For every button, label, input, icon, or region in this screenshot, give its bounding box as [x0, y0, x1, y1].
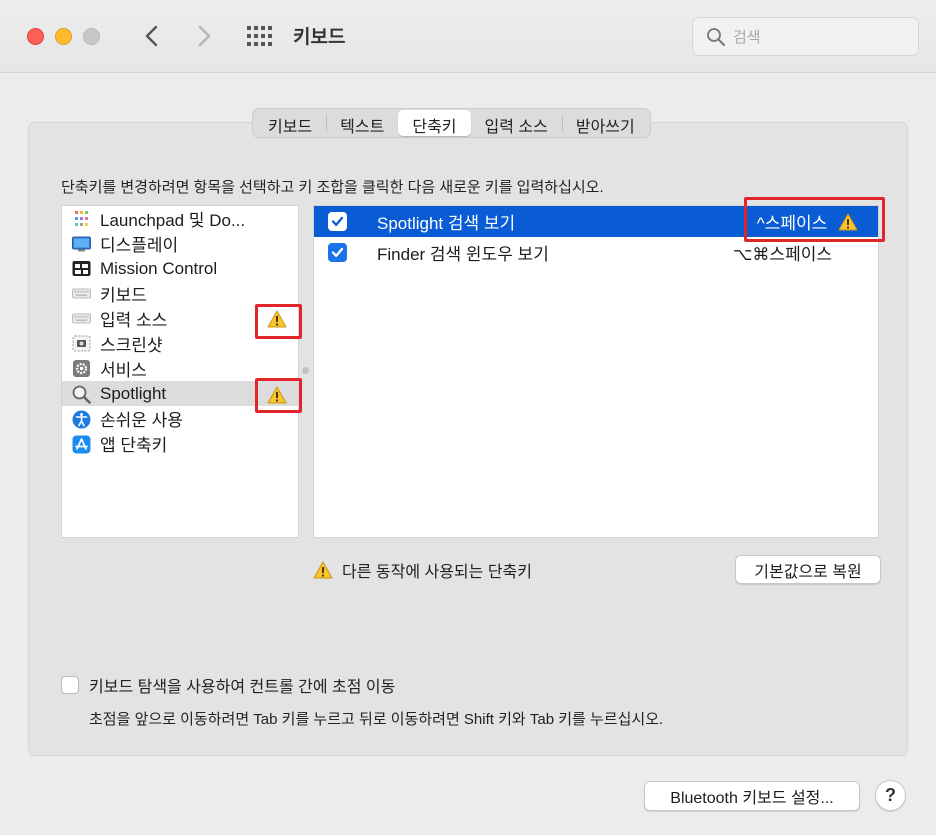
launchpad-icon	[72, 210, 91, 227]
minimize-window-button[interactable]	[55, 28, 72, 45]
keyboard-navigation-checkbox[interactable]	[61, 676, 79, 694]
shortcut-checkbox[interactable]	[328, 243, 347, 262]
keyboard-navigation-label: 키보드 탐색을 사용하여 컨트롤 간에 초점 이동	[89, 679, 396, 696]
shortcut-label: Spotlight 검색 보기	[377, 214, 516, 233]
category-label: 입력 소스	[100, 311, 168, 330]
instruction-text: 단축키를 변경하려면 항목을 선택하고 키 조합을 클릭한 다음 새로운 키를 …	[61, 179, 604, 196]
keyboard-icon	[72, 310, 91, 327]
warning-highlight-box	[744, 197, 885, 242]
chevron-right-icon	[198, 25, 211, 47]
split-view-handle[interactable]	[302, 367, 309, 374]
help-button[interactable]: ?	[875, 780, 906, 811]
keyboard-navigation-hint: 초점을 앞으로 이동하려면 Tab 키를 누르고 뒤로 이동하려면 Shift …	[89, 711, 664, 728]
category-item-launchpad[interactable]: Launchpad 및 Do...	[62, 206, 298, 231]
tab-bar: 키보드 텍스트 단축키 입력 소스 받아쓰기	[252, 108, 651, 138]
bluetooth-keyboard-setup-button[interactable]: Bluetooth 키보드 설정...	[644, 781, 860, 811]
display-icon	[72, 235, 91, 252]
category-label: Spotlight	[100, 383, 167, 403]
tab-keyboard[interactable]: 키보드	[254, 110, 326, 136]
grid-icon	[247, 26, 272, 46]
show-all-button[interactable]	[246, 25, 272, 47]
keyboard-icon	[72, 285, 91, 302]
window-title: 키보드	[293, 27, 346, 48]
shortcut-checkbox[interactable]	[328, 212, 347, 231]
category-list[interactable]: Launchpad 및 Do... 디스플레이 Mission Control …	[61, 205, 299, 538]
category-label: 앱 단축키	[100, 436, 168, 455]
tab-text[interactable]: 텍스트	[326, 110, 398, 136]
gear-icon	[72, 360, 91, 377]
accessibility-icon	[72, 410, 91, 429]
tab-shortcuts[interactable]: 단축키	[398, 110, 471, 136]
tab-dictation[interactable]: 받아쓰기	[561, 110, 649, 136]
zoom-window-button[interactable]	[83, 28, 100, 45]
keyboard-preferences-window: 키보드 키보드 텍스트 단축키 입력 소스 받아쓰기 단축키를 변경하려면 항목…	[0, 0, 936, 835]
category-label: 디스플레이	[100, 236, 179, 255]
category-item-app-shortcuts[interactable]: 앱 단축키	[62, 431, 298, 456]
mission-control-icon	[72, 260, 91, 277]
shortcut-list[interactable]: Spotlight 검색 보기 ^스페이스 Finder 검색 윈도우 보기 ⌥…	[313, 205, 879, 538]
warning-highlight-box	[255, 304, 302, 339]
magnifier-icon	[72, 385, 91, 404]
tab-input-sources[interactable]: 입력 소스	[471, 110, 562, 136]
checkmark-icon	[331, 247, 344, 257]
shortcut-label: Finder 검색 윈도우 보기	[377, 245, 549, 264]
search-field[interactable]	[692, 17, 919, 56]
app-store-icon	[72, 435, 91, 454]
checkmark-icon	[331, 216, 344, 226]
title-bar: 키보드	[0, 0, 936, 73]
category-label: 스크린샷	[100, 336, 163, 355]
warning-highlight-box	[255, 378, 302, 413]
category-label: 서비스	[100, 361, 147, 380]
forward-button[interactable]	[190, 22, 218, 50]
warning-icon	[313, 561, 333, 579]
category-label: 손쉬운 사용	[100, 411, 183, 430]
shortcut-key-combo[interactable]: ⌥⌘스페이스	[733, 240, 832, 265]
category-label: Launchpad 및 Do...	[100, 211, 246, 230]
keyboard-navigation-option[interactable]: 키보드 탐색을 사용하여 컨트롤 간에 초점 이동	[61, 673, 395, 697]
search-input[interactable]	[733, 24, 913, 50]
category-label: Mission Control	[100, 258, 218, 278]
screenshot-icon	[72, 335, 91, 352]
close-window-button[interactable]	[27, 28, 44, 45]
legend-text: 다른 동작에 사용되는 단축키	[342, 564, 532, 581]
conflict-legend: 다른 동작에 사용되는 단축키	[313, 558, 532, 582]
category-item-display[interactable]: 디스플레이	[62, 231, 298, 256]
chevron-left-icon	[145, 25, 158, 47]
category-label: 키보드	[100, 286, 147, 305]
back-button[interactable]	[138, 22, 166, 50]
restore-defaults-button[interactable]: 기본값으로 복원	[735, 555, 881, 584]
search-icon	[707, 28, 725, 46]
category-item-keyboard[interactable]: 키보드	[62, 281, 298, 306]
category-item-mission-control[interactable]: Mission Control	[62, 256, 298, 281]
